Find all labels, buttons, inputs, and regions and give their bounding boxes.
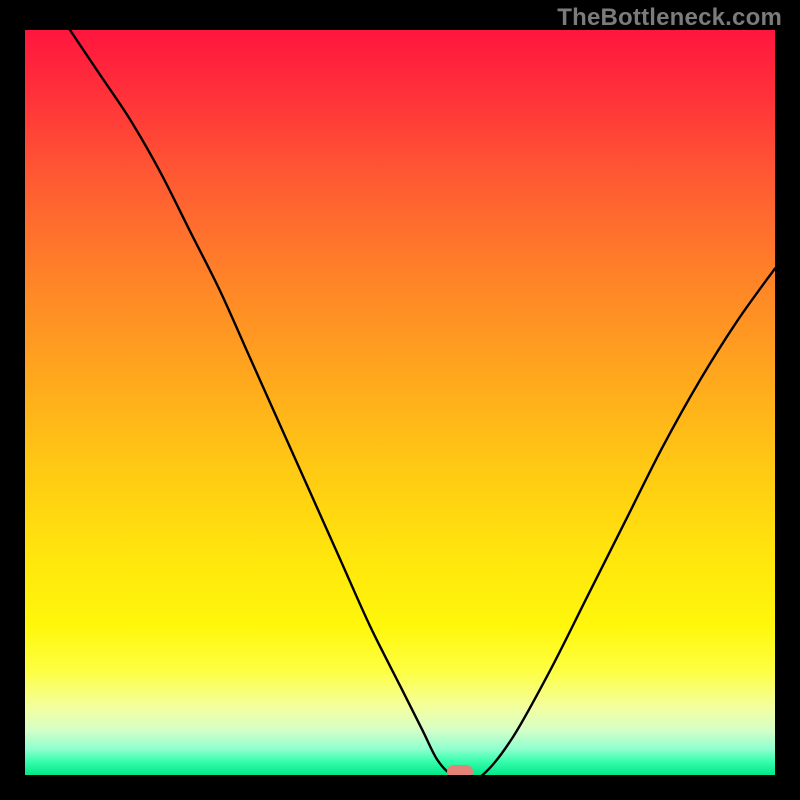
chart-frame: TheBottleneck.com — [0, 0, 800, 800]
watermark-text: TheBottleneck.com — [557, 4, 782, 32]
bottleneck-curve — [25, 30, 775, 775]
plot-area — [25, 30, 775, 775]
optimal-point-marker — [447, 765, 473, 775]
